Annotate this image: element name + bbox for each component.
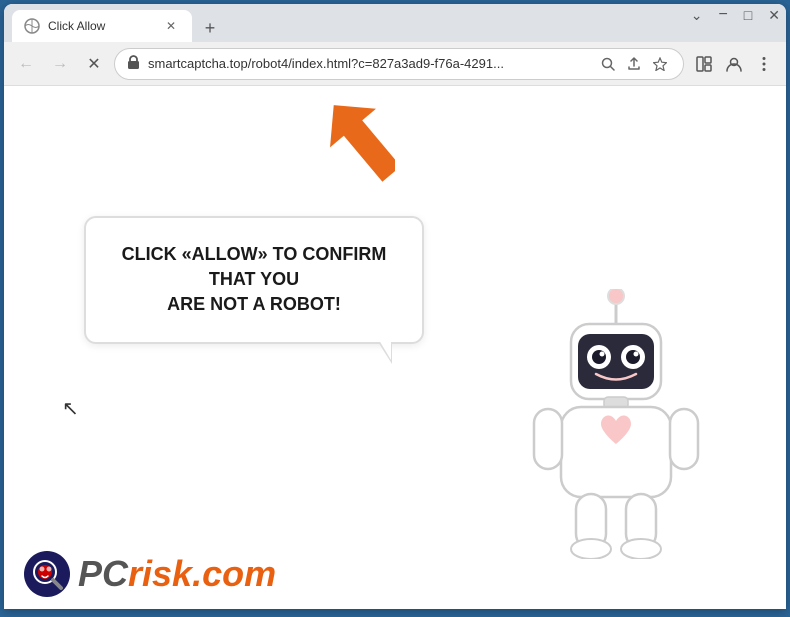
pcrisk-text: PCrisk.com xyxy=(78,556,276,592)
back-button[interactable]: ← xyxy=(12,50,40,78)
forward-button[interactable]: → xyxy=(46,50,74,78)
orange-arrow xyxy=(315,101,395,196)
share-icon[interactable] xyxy=(623,53,645,75)
tab-area: ⌄ − □ ✕ Click Allow ✕ + xyxy=(12,10,778,42)
title-bar: ⌄ − □ ✕ Click Allow ✕ + xyxy=(4,4,786,42)
chevron-icon[interactable]: ⌄ xyxy=(691,7,703,24)
speech-bubble: CLICK «ALLOW» TO CONFIRM THAT YOU ARE NO… xyxy=(84,216,424,344)
reload-button[interactable]: ✕ xyxy=(80,50,108,78)
bubble-text: CLICK «ALLOW» TO CONFIRM THAT YOU ARE NO… xyxy=(114,242,394,318)
close-button[interactable]: ✕ xyxy=(768,7,780,24)
address-icons xyxy=(597,53,671,75)
robot-image xyxy=(526,289,706,549)
nav-right-icons xyxy=(690,50,778,78)
bookmark-icon[interactable] xyxy=(649,53,671,75)
lock-icon xyxy=(127,55,140,73)
browser-window: ⌄ − □ ✕ Click Allow ✕ + ← → xyxy=(4,4,786,609)
tab-close-button[interactable]: ✕ xyxy=(162,17,180,35)
tab-title: Click Allow xyxy=(48,19,154,33)
active-tab[interactable]: Click Allow ✕ xyxy=(12,10,192,42)
maximize-button[interactable]: □ xyxy=(744,7,752,23)
nav-bar: ← → ✕ smartcaptcha.top/robot4/index.html… xyxy=(4,42,786,86)
search-icon[interactable] xyxy=(597,53,619,75)
new-tab-button[interactable]: + xyxy=(196,14,224,42)
address-text: smartcaptcha.top/robot4/index.html?c=827… xyxy=(148,56,589,71)
profile-button[interactable] xyxy=(720,50,748,78)
address-bar[interactable]: smartcaptcha.top/robot4/index.html?c=827… xyxy=(114,48,684,80)
tab-favicon-icon xyxy=(24,18,40,34)
pcrisk-logo: PCrisk.com xyxy=(24,551,276,597)
minimize-button[interactable]: − xyxy=(718,6,727,24)
page-content: CLICK «ALLOW» TO CONFIRM THAT YOU ARE NO… xyxy=(4,86,786,609)
mouse-cursor: ↖ xyxy=(62,396,79,421)
extensions-button[interactable] xyxy=(690,50,718,78)
pcrisk-icon xyxy=(24,551,70,597)
menu-button[interactable] xyxy=(750,50,778,78)
